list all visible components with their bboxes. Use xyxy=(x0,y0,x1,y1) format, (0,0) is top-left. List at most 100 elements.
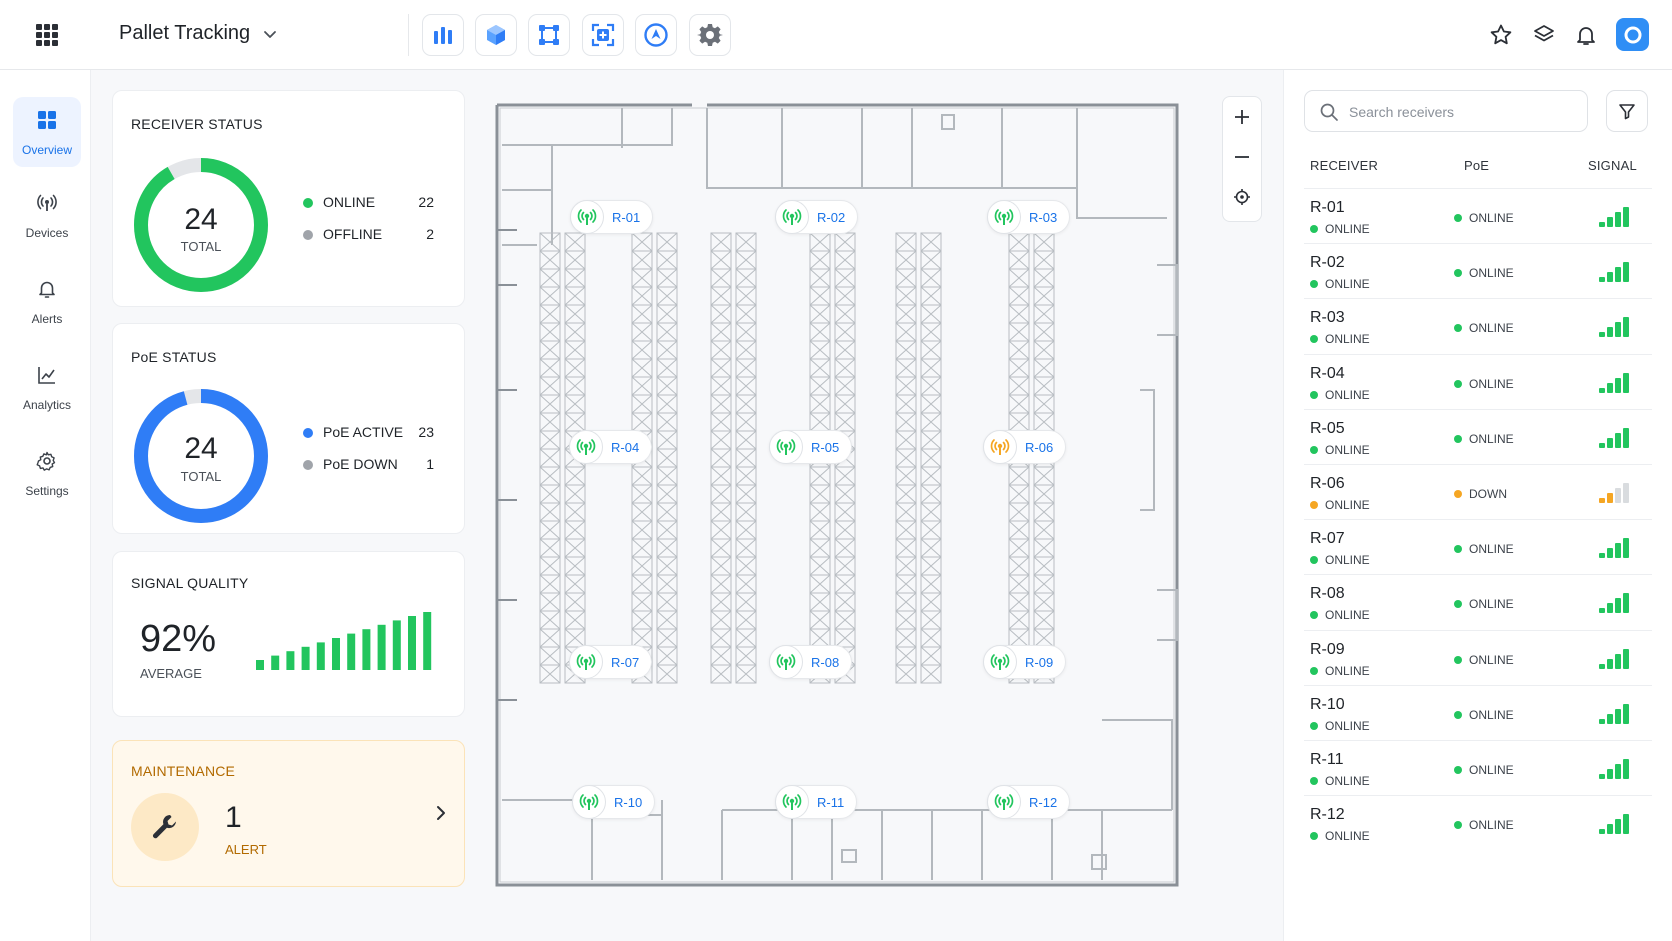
legend-poe-active: PoE ACTIVE xyxy=(303,424,403,440)
table-row[interactable]: R-03 ONLINE ONLINE xyxy=(1304,298,1652,353)
receiver-status-label: ONLINE xyxy=(1325,332,1370,347)
table-row[interactable]: R-10 ONLINE ONLINE xyxy=(1304,684,1652,740)
signal-bar xyxy=(1623,262,1629,283)
map-receiver-pin[interactable]: R-03 xyxy=(987,200,1071,234)
crosshair-icon xyxy=(1234,189,1250,205)
signal-quality-bar xyxy=(362,629,371,670)
column-header-receiver[interactable]: RECEIVER xyxy=(1310,158,1378,173)
status-dot xyxy=(1310,611,1318,620)
map-receiver-label: R-12 xyxy=(1029,794,1058,810)
poe-status-card: PoE STATUS 24 TOTAL PoE ACTIVE 23 PoE DO… xyxy=(112,323,465,534)
table-row[interactable]: R-05 ONLINE ONLINE xyxy=(1304,408,1652,464)
poe-status: ONLINE xyxy=(1454,708,1514,722)
signal-bar xyxy=(1623,427,1629,448)
map-receiver-pin[interactable]: R-08 xyxy=(769,645,853,679)
chevron-down-icon[interactable] xyxy=(262,26,278,42)
table-row[interactable]: R-06 ONLINE DOWN xyxy=(1304,463,1652,519)
receiver-status: ONLINE xyxy=(1310,608,1370,622)
table-row[interactable]: R-01 ONLINE ONLINE xyxy=(1304,188,1652,243)
zoom-in-button[interactable] xyxy=(1223,97,1261,137)
legend-online-value: 22 xyxy=(418,194,434,210)
signal-bar xyxy=(1599,442,1605,448)
zoom-out-button[interactable] xyxy=(1223,137,1261,177)
receiver-antenna-icon xyxy=(572,785,606,819)
poe-status-label: ONLINE xyxy=(1469,376,1514,391)
legend-poe-down: PoE DOWN xyxy=(303,456,398,472)
table-row[interactable]: R-02 ONLINE ONLINE xyxy=(1304,243,1652,298)
map-receiver-pin[interactable]: R-11 xyxy=(775,785,858,819)
focus-target-tool-button[interactable] xyxy=(582,14,624,56)
signal-bar xyxy=(1607,492,1613,503)
app-grid-icon[interactable] xyxy=(36,24,58,46)
status-dot xyxy=(1310,280,1318,289)
receiver-status-label: ONLINE xyxy=(1325,718,1370,733)
bar-chart-tool-button[interactable] xyxy=(422,14,464,56)
app-title[interactable]: Pallet Tracking xyxy=(119,22,250,45)
signal-bar xyxy=(1607,272,1613,283)
sidebar-item-devices[interactable]: Devices xyxy=(13,180,81,250)
navigation-tool-button[interactable] xyxy=(635,14,677,56)
cube-tool-button[interactable] xyxy=(475,14,517,56)
signal-bar xyxy=(1599,663,1605,669)
signal-quality-bar xyxy=(392,620,401,670)
sidebar-item-settings[interactable]: Settings xyxy=(13,438,81,508)
card-title: RECEIVER STATUS xyxy=(131,116,263,132)
table-row[interactable]: R-12 ONLINE ONLINE xyxy=(1304,795,1652,850)
sidebar-item-label: Alerts xyxy=(31,312,63,326)
search-box[interactable] xyxy=(1304,90,1588,132)
selection-box-tool-button[interactable] xyxy=(528,14,570,56)
table-row[interactable]: R-07 ONLINE ONLINE xyxy=(1304,519,1652,574)
locate-button[interactable] xyxy=(1223,177,1261,217)
map-receiver-pin[interactable]: R-01 xyxy=(570,200,654,234)
donut-total: 24 xyxy=(184,432,218,465)
receiver-panel: RECEIVER PoE SIGNAL R-01ONLINEONLINER-02… xyxy=(1283,70,1672,941)
signal-bar xyxy=(1615,598,1621,614)
map-receiver-pin[interactable]: R-02 xyxy=(775,200,859,234)
signal-bar xyxy=(1615,267,1621,283)
map-receiver-pin[interactable]: R-06 xyxy=(983,430,1067,464)
layers-icon[interactable] xyxy=(1531,22,1557,48)
sidebar-item-overview[interactable]: Overview xyxy=(13,97,81,167)
receiver-antenna-icon xyxy=(769,430,803,464)
sidebar-item-alerts[interactable]: Alerts xyxy=(13,266,81,336)
status-dot xyxy=(303,460,313,470)
avatar[interactable] xyxy=(1616,18,1649,51)
map-receiver-pin[interactable]: R-12 xyxy=(987,785,1071,819)
receiver-antenna-icon xyxy=(987,200,1021,234)
table-row[interactable]: R-04 ONLINE ONLINE xyxy=(1304,353,1652,409)
search-input[interactable] xyxy=(1349,101,1579,123)
sidebar-item-analytics[interactable]: Analytics xyxy=(13,352,81,422)
map-receiver-pin[interactable]: R-10 xyxy=(572,785,656,819)
settings-tool-button[interactable] xyxy=(689,14,731,56)
signal-bar xyxy=(1623,758,1629,779)
status-dot xyxy=(1454,269,1462,278)
map-receiver-pin[interactable]: R-09 xyxy=(983,645,1067,679)
star-icon[interactable] xyxy=(1488,22,1514,48)
receiver-status: ONLINE xyxy=(1310,443,1370,457)
table-row[interactable]: R-08 ONLINE ONLINE xyxy=(1304,574,1652,629)
sidebar: Overview Devices Alerts Analytics Settin… xyxy=(0,70,91,941)
avatar-logo-icon xyxy=(1624,26,1641,43)
table-row[interactable]: R-11 ONLINE ONLINE xyxy=(1304,739,1652,795)
chevron-right-icon[interactable] xyxy=(433,805,449,821)
table-row[interactable]: R-09 ONLINE ONLINE xyxy=(1304,629,1652,685)
status-dot xyxy=(1454,379,1462,388)
minus-icon xyxy=(1235,156,1249,158)
signal-bar xyxy=(1607,824,1613,835)
status-dot xyxy=(303,428,313,438)
map-receiver-pin[interactable]: R-04 xyxy=(569,430,653,464)
maintenance-card[interactable]: MAINTENANCE 1 ALERT xyxy=(112,740,465,887)
column-header-signal[interactable]: SIGNAL xyxy=(1588,158,1637,173)
column-header-poe[interactable]: PoE xyxy=(1464,158,1489,173)
receiver-name: R-02 xyxy=(1310,254,1345,272)
filter-button[interactable] xyxy=(1606,90,1648,132)
receiver-name: R-07 xyxy=(1310,530,1345,548)
receiver-antenna-icon xyxy=(769,645,803,679)
status-dot xyxy=(1454,545,1462,554)
map-receiver-pin[interactable]: R-07 xyxy=(569,645,653,679)
signal-strength-icon xyxy=(1599,538,1629,559)
map-receiver-pin[interactable]: R-05 xyxy=(769,430,853,464)
gear-icon xyxy=(36,451,56,471)
signal-strength-icon xyxy=(1599,207,1629,227)
bell-icon[interactable] xyxy=(1573,22,1599,48)
